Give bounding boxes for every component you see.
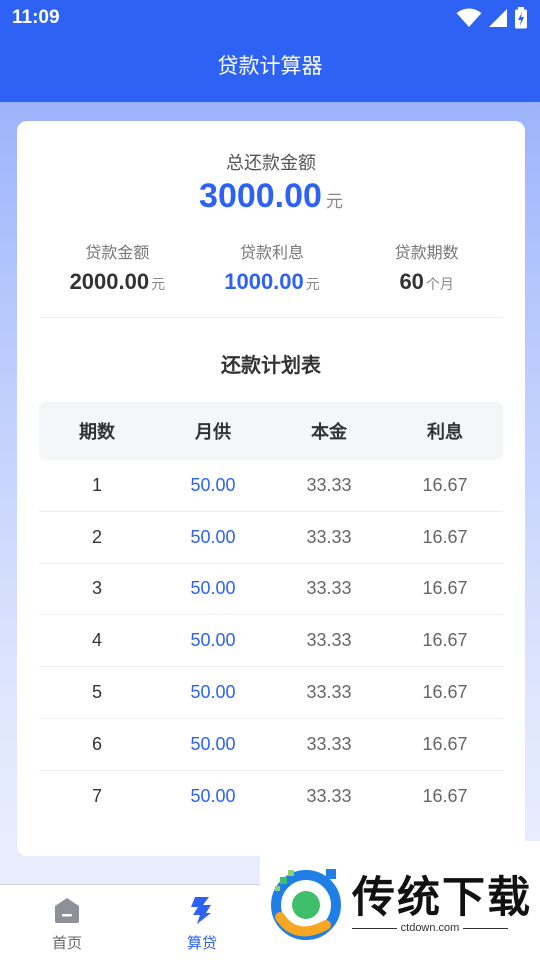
column-header-principal: 本金 — [311, 422, 347, 443]
watermark-brand: 传统下载 — [352, 873, 532, 923]
cell-interest: 16.67 — [422, 474, 468, 495]
watermark-url-text: ctdown.com — [396, 922, 464, 934]
table-row: 4 50.00 33.33 16.67 — [39, 615, 503, 668]
column-header-monthly: 月供 — [195, 422, 231, 443]
wifi-icon — [456, 8, 482, 27]
cell-principal: 33.33 — [306, 630, 352, 651]
cell-period: 6 — [91, 733, 102, 754]
total-repayment-label: 总还款金额 — [226, 153, 316, 174]
schedule-title: 还款计划表 — [221, 353, 321, 377]
status-bar: 11:09 — [0, 0, 540, 36]
stat-unit: 个月 — [425, 277, 454, 293]
cell-period: 4 — [91, 630, 102, 651]
stat-label: 贷款利息 — [240, 243, 305, 262]
tab-calculator[interactable]: 算贷 — [152, 885, 252, 960]
cell-period: 2 — [91, 526, 102, 547]
cell-period: 7 — [91, 786, 102, 807]
table-row: 5 50.00 33.33 16.67 — [39, 667, 503, 719]
ctdown-logo-icon — [271, 869, 341, 940]
tab-label: 首页 — [51, 934, 82, 952]
cell-interest: 16.67 — [422, 526, 468, 547]
column-header-period: 期数 — [79, 422, 115, 443]
cell-principal: 33.33 — [306, 733, 352, 754]
cell-principal: 33.33 — [306, 578, 352, 599]
table-row: 6 50.00 33.33 16.67 — [39, 719, 503, 771]
result-card: 总还款金额 3000.00 元 贷款金额 2000.00 元 贷款利息 1000.0… — [17, 121, 525, 856]
stat-value: 1000.00 — [224, 269, 304, 294]
cell-interest: 16.67 — [422, 733, 468, 754]
battery-icon — [515, 7, 527, 29]
cell-principal: 33.33 — [306, 526, 352, 547]
repayment-schedule-table: 期数 月供 本金 利息 1 50.00 33.33 16.67 2 50.00 … — [39, 402, 503, 823]
divider — [40, 317, 502, 318]
stat-unit: 元 — [305, 277, 320, 293]
cell-monthly: 50.00 — [190, 474, 236, 495]
cell-principal: 33.33 — [306, 786, 352, 807]
stat-unit: 元 — [151, 277, 166, 293]
cell-monthly: 50.00 — [190, 733, 236, 754]
status-time: 11:09 — [12, 7, 60, 28]
cell-principal: 33.33 — [306, 474, 352, 495]
stat-label: 贷款期数 — [394, 243, 459, 262]
watermark-overlay: 传统下载 ctdown.com — [260, 841, 540, 960]
table-row: 7 50.00 33.33 16.67 — [39, 771, 503, 823]
signal-icon — [489, 9, 507, 27]
stat-loan-amount: 贷款金额 2000.00 元 — [40, 239, 195, 299]
total-repayment-value: 3000.00 — [199, 177, 322, 215]
stat-value: 2000.00 — [69, 269, 150, 294]
total-repayment-unit: 元 — [325, 192, 343, 212]
cell-monthly: 50.00 — [190, 786, 236, 807]
cell-monthly: 50.00 — [190, 526, 236, 547]
table-row: 3 50.00 33.33 16.67 — [39, 564, 503, 616]
tab-home[interactable]: 首页 — [17, 885, 117, 960]
column-header-interest: 利息 — [427, 422, 463, 443]
page-title: 贷款计算器 — [217, 54, 323, 78]
cell-interest: 16.67 — [422, 578, 468, 599]
stat-loan-interest: 贷款利息 1000.00 元 — [195, 239, 350, 299]
status-icons — [456, 7, 528, 29]
cell-monthly: 50.00 — [190, 578, 236, 599]
loan-stats: 贷款金额 2000.00 元 贷款利息 1000.00 元 贷款期数 60 个月 — [40, 239, 504, 299]
app-header: 11:09 贷款计算器 — [0, 0, 540, 102]
table-row: 1 50.00 33.33 16.67 — [39, 460, 503, 512]
cell-period: 5 — [91, 682, 102, 703]
table-header: 期数 月供 本金 利息 — [39, 402, 503, 460]
total-repayment: 3000.00 元 — [17, 177, 525, 216]
cell-interest: 16.67 — [422, 682, 468, 703]
tab-label: 算贷 — [186, 934, 217, 952]
cell-interest: 16.67 — [422, 786, 468, 807]
stat-label: 贷款金额 — [85, 243, 150, 262]
stat-loan-periods: 贷款期数 60 个月 — [349, 239, 504, 299]
cell-principal: 33.33 — [306, 682, 352, 703]
table-row: 2 50.00 33.33 16.67 — [39, 512, 503, 564]
calculator-icon — [191, 897, 211, 924]
cell-monthly: 50.00 — [190, 682, 236, 703]
cell-monthly: 50.00 — [190, 630, 236, 651]
cell-interest: 16.67 — [422, 630, 468, 651]
home-icon — [55, 898, 79, 923]
cell-period: 1 — [91, 474, 102, 495]
stat-value: 60 — [399, 269, 424, 294]
watermark-url: ctdown.com — [352, 922, 508, 934]
cell-period: 3 — [91, 578, 102, 599]
